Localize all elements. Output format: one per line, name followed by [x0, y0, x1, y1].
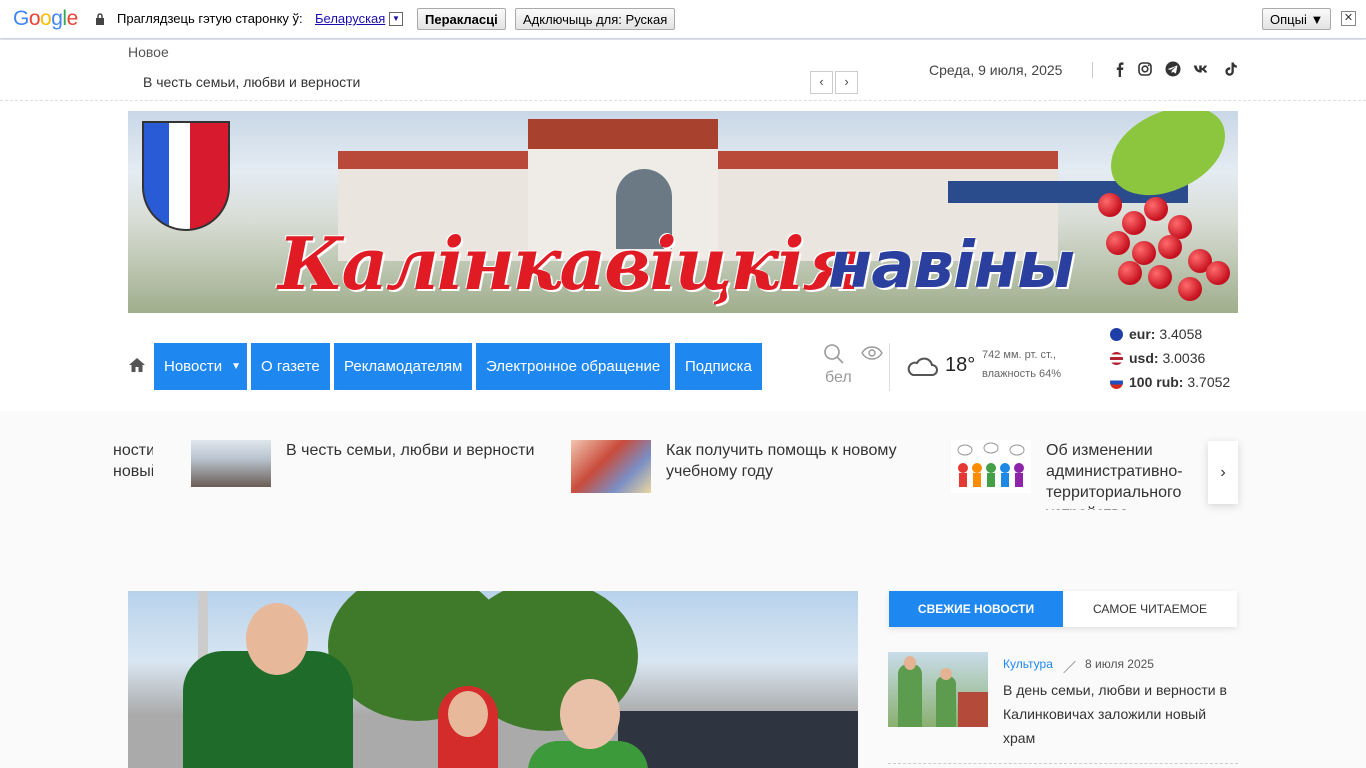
- facebook-icon[interactable]: [1112, 61, 1128, 77]
- nav-item-label: Новости: [164, 358, 223, 375]
- carousel-thumbnail: [951, 440, 1031, 493]
- accessibility-eye-icon[interactable]: [861, 345, 883, 361]
- current-date: Среда, 9 июля, 2025: [929, 62, 1063, 78]
- nav-item-news[interactable]: Новости ▼: [154, 343, 247, 390]
- home-icon[interactable]: [128, 357, 146, 373]
- ticker-prev-button[interactable]: ‹: [810, 71, 833, 94]
- viburnum-berries-icon: [1098, 111, 1238, 313]
- weather-details: 742 мм. рт. ст., влажность 64%: [982, 346, 1082, 384]
- news-category-link[interactable]: Культура: [1003, 657, 1053, 671]
- top-strip: Новое В честь семьи, любви и верности ‹ …: [0, 40, 1366, 101]
- pencil-icon: ／: [1063, 660, 1077, 675]
- disable-translate-button[interactable]: Адключыць для: Руская: [515, 8, 676, 30]
- telegram-icon[interactable]: [1165, 61, 1181, 77]
- ticker-headline[interactable]: В честь семьи, любви и верности: [143, 74, 360, 90]
- carousel-thumbnail: [571, 440, 651, 493]
- nav-item-label: Подписка: [685, 358, 752, 375]
- tiktok-icon[interactable]: [1223, 61, 1239, 77]
- nav-item-label: О газете: [261, 358, 320, 375]
- sidebar-tabs: СВЕЖИЕ НОВОСТИ САМОЕ ЧИТАЕМОЕ: [889, 591, 1237, 627]
- ru-flag-icon: [1110, 376, 1123, 389]
- us-flag-icon: [1110, 352, 1123, 365]
- news-title-link[interactable]: В день семьи, любви и верности в Калинко…: [1003, 678, 1238, 750]
- nav-item-label: Рекламодателям: [344, 358, 463, 375]
- nav-item-label: Электронное обращение: [486, 358, 661, 375]
- translate-bar: Google Праглядзець гэтую старонку ў: Бел…: [0, 0, 1366, 39]
- site-banner[interactable]: Калінкавіцкія навіны: [128, 111, 1238, 313]
- carousel-item-title: В честь семьи, любви и верности: [286, 442, 535, 459]
- close-icon[interactable]: ✕: [1341, 11, 1356, 26]
- instagram-icon[interactable]: [1137, 61, 1153, 77]
- eu-flag-icon: [1110, 328, 1123, 341]
- nav-item-about[interactable]: О газете: [251, 343, 330, 390]
- rate-usd: usd: 3.0036: [1110, 350, 1205, 366]
- carousel-thumbnail: [191, 440, 271, 487]
- rate-rub: 100 rub: 3.7052: [1110, 374, 1230, 390]
- lock-icon: [96, 13, 104, 25]
- news-date: 8 июля 2025: [1085, 657, 1154, 671]
- carousel-item-title: Как получить помощь к новому учебному го…: [666, 442, 897, 480]
- divider: [889, 343, 890, 391]
- site-title-second: навіны: [828, 229, 1075, 303]
- cloud-icon: [907, 357, 938, 376]
- translate-language-link[interactable]: Беларуская: [315, 11, 385, 26]
- language-switch[interactable]: бел: [825, 369, 852, 387]
- nav-item-subscription[interactable]: Подписка: [675, 343, 762, 390]
- rate-eur: eur: 3.4058: [1110, 326, 1202, 342]
- nav-item-e-appeal[interactable]: Электронное обращение: [476, 343, 671, 390]
- divider: [888, 763, 1238, 764]
- carousel-partial-item[interactable]: ности новый: [113, 440, 153, 482]
- news-thumbnail[interactable]: [888, 652, 988, 727]
- divider: [1092, 62, 1093, 78]
- temperature: 18°: [945, 354, 976, 376]
- options-button[interactable]: Опцыі ▼: [1262, 8, 1332, 30]
- news-carousel: ности новый В честь семьи, любви и верно…: [113, 430, 1253, 510]
- ticker-next-button[interactable]: ›: [835, 71, 858, 94]
- google-logo: Google: [13, 7, 78, 30]
- nav-item-advertisers[interactable]: Рекламодателям: [334, 343, 473, 390]
- search-icon[interactable]: [823, 343, 845, 365]
- humidity: влажность 64%: [982, 368, 1062, 380]
- vk-icon[interactable]: [1193, 61, 1209, 77]
- translate-prompt: Праглядзець гэтую старонку ў:: [117, 11, 303, 26]
- site-title: Калінкавіцкія: [278, 221, 860, 306]
- pressure: 742 мм. рт. ст.,: [982, 349, 1056, 361]
- tab-most-read[interactable]: САМОЕ ЧИТАЕМОЕ: [1063, 591, 1237, 627]
- tab-fresh-news[interactable]: СВЕЖИЕ НОВОСТИ: [889, 591, 1063, 627]
- ticker-label: Новое: [128, 44, 169, 60]
- coat-of-arms-icon: [142, 121, 230, 231]
- chevron-down-icon: ▼: [231, 361, 241, 372]
- translate-button[interactable]: Перакласці: [417, 8, 506, 30]
- carousel-next-button[interactable]: ›: [1208, 441, 1238, 504]
- language-dropdown-icon[interactable]: ▼: [389, 12, 403, 26]
- featured-article-image[interactable]: [128, 591, 858, 768]
